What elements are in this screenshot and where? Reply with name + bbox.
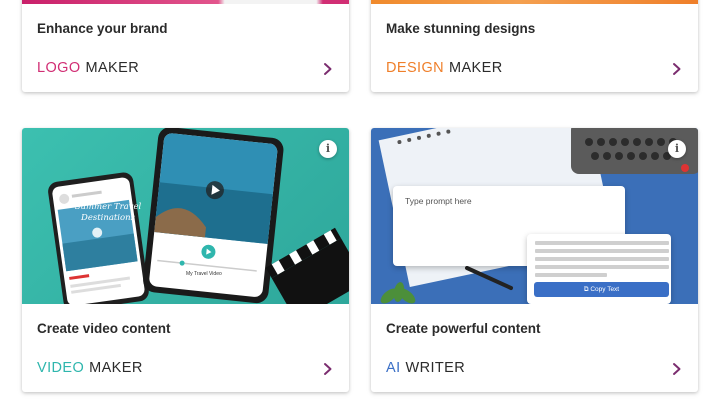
video-title: Summer Travel Destinations [74,202,142,223]
cta-accent: AI [386,360,401,376]
copy-icon: ⧉ [583,286,589,293]
cta-accent: LOGO [37,60,81,76]
cta-word: MAKER [89,360,143,376]
output-line [535,257,669,261]
output-line [535,273,607,277]
chevron-right-icon[interactable] [672,62,682,76]
chevron-right-icon[interactable] [672,362,682,376]
ai-writer-card[interactable]: Type prompt here ⧉ Copy Text i Create po… [371,128,698,392]
card-title: Enhance your brand [37,21,168,36]
output-line [535,241,669,245]
video-maker-thumbnail: Summer Travel Destinations My Travel Vide… [22,128,349,304]
prompt-placeholder: Type prompt here [405,196,472,206]
chevron-right-icon[interactable] [323,362,333,376]
video-maker-link[interactable]: VIDEO MAKER [37,360,143,376]
card-title: Create video content [37,321,171,336]
video-maker-card[interactable]: Summer Travel Destinations My Travel Vide… [22,128,349,392]
ai-writer-link[interactable]: AI WRITER [386,360,465,376]
output-line [535,265,669,269]
ai-writer-thumbnail: Type prompt here ⧉ Copy Text i [371,128,698,304]
output-panel-mock: ⧉ Copy Text [527,234,671,304]
logo-maker-thumbnail [22,0,349,4]
video-caption: My Travel Video [186,271,222,277]
copy-text-button-mock: ⧉ Copy Text [534,282,669,297]
logo-maker-link[interactable]: LOGO MAKER [37,60,139,76]
design-maker-card[interactable]: Make stunning designs DESIGN MAKER [371,0,698,92]
chevron-right-icon[interactable] [323,62,333,76]
cta-word: MAKER [85,60,140,76]
cta-accent: VIDEO [37,360,85,376]
output-line [535,249,669,253]
cta-word: WRITER [405,360,466,376]
copy-label: Copy Text [590,286,620,293]
design-maker-link[interactable]: DESIGN MAKER [386,60,503,76]
info-icon[interactable]: i [319,140,337,158]
cta-accent: DESIGN [386,60,444,76]
logo-maker-card[interactable]: Enhance your brand LOGO MAKER [22,0,349,92]
card-title: Make stunning designs [386,21,536,36]
info-icon[interactable]: i [668,140,686,158]
design-maker-thumbnail [371,0,698,4]
card-title: Create powerful content [386,321,541,336]
cta-word: MAKER [449,60,503,76]
